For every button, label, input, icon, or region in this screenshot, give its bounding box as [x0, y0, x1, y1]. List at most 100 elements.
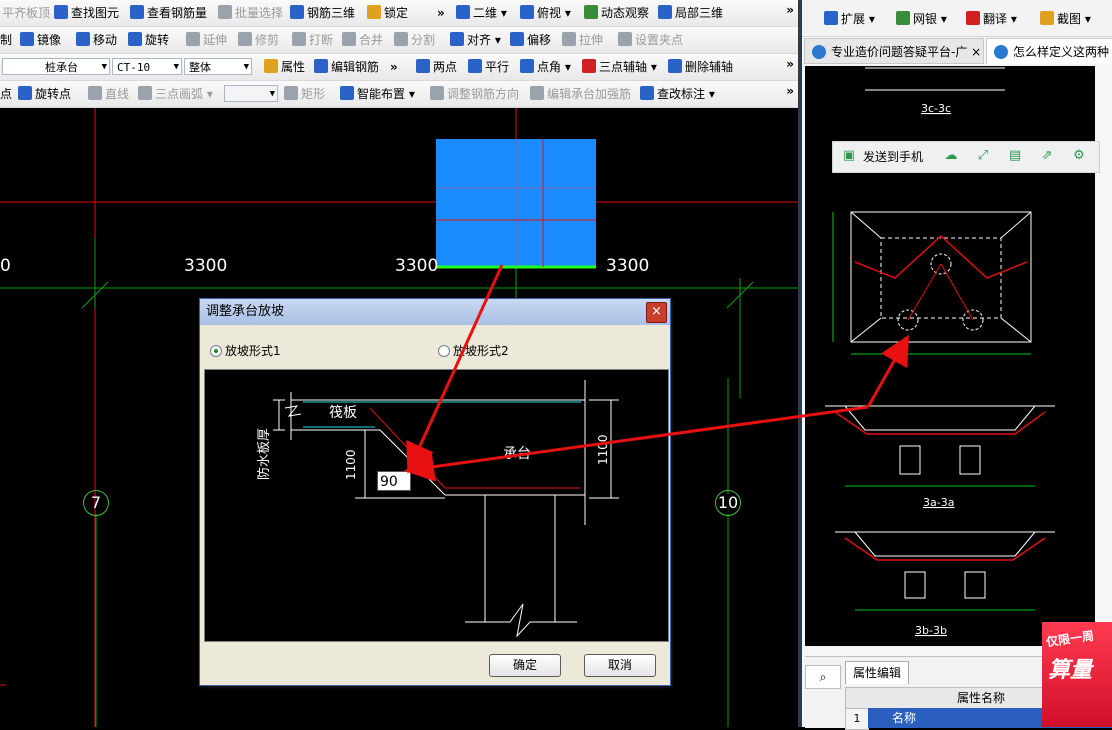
mirror-label: 镜像 — [37, 33, 62, 47]
adjust-rebar-label: 调整钢筋方向 — [447, 87, 520, 101]
dimension-label: 3300 — [184, 256, 228, 276]
toolbar-row3-more[interactable]: » — [390, 58, 398, 76]
dynamic-observe-button[interactable]: 动态观察 — [584, 4, 649, 22]
promo-ad-banner[interactable]: 仅限一周 算量 — [1042, 622, 1112, 727]
toolbar-row3-overflow[interactable]: » — [786, 57, 794, 71]
edit-cap-reinforcement-button[interactable]: 编辑承台加强筋 — [530, 85, 631, 103]
point-angle-dropdown[interactable]: 点角 ▾ — [520, 58, 571, 76]
slope-option-2-radio[interactable]: 放坡形式2 — [438, 343, 509, 359]
view-rebar-quantity-button[interactable]: 查看钢筋量 — [130, 4, 207, 22]
browser-tab-1[interactable]: 专业造价问题答疑平台-广 × — [804, 38, 984, 64]
ok-button[interactable]: 确定 — [489, 654, 561, 677]
parallel-axis-button[interactable]: 平行 — [468, 58, 509, 76]
cancel-button[interactable]: 取消 — [584, 654, 656, 677]
dimension-left-label: 1100 — [344, 449, 358, 480]
two-point-axis-button[interactable]: 两点 — [416, 58, 457, 76]
rebar-3d-button[interactable]: 钢筋三维 — [290, 4, 355, 22]
extensions-button[interactable]: 扩展 ▾ — [824, 10, 875, 28]
radio-checked-icon — [210, 345, 222, 357]
align-label: 对齐 — [467, 33, 492, 47]
search-icon[interactable]: ⌕ — [805, 665, 841, 689]
section-3a-label: 3a-3a — [923, 496, 954, 509]
cloud-icon[interactable]: ☁ — [943, 148, 959, 164]
trim-button[interactable]: 修剪 — [238, 31, 279, 49]
rotate-point-icon — [18, 86, 32, 100]
view-2d-dropdown[interactable]: 二维 ▾ — [456, 4, 507, 22]
element-type-select[interactable]: 桩承台 ▼ — [2, 58, 110, 75]
merge-button[interactable]: 合并 — [342, 31, 383, 49]
toolbar-row4-overflow[interactable]: » — [786, 84, 794, 98]
batch-select-label: 批量选择 — [235, 6, 284, 20]
save-icon[interactable]: ▤ — [1007, 148, 1023, 164]
online-banking-label: 网银 — [913, 12, 938, 26]
set-grip-button[interactable]: 设置夹点 — [618, 31, 683, 49]
dimension-right-label: 1100 — [596, 434, 610, 465]
draw-button[interactable]: 制 — [0, 31, 12, 49]
tab-1-title: 专业造价问题答疑平台-广 — [831, 45, 968, 59]
phone-icon[interactable]: ▣ — [841, 148, 857, 164]
align-slab-top-button[interactable]: 平齐板顶 — [2, 4, 50, 22]
rotate-button[interactable]: 旋转 — [128, 31, 169, 49]
send-to-phone-button[interactable]: 发送到手机 — [863, 148, 923, 165]
extend-button[interactable]: 延伸 — [186, 31, 227, 49]
toolbar-row-3: 桩承台 ▼ CT-10 ▼ 整体 ▼ 属性 编辑钢筋 » 两点 平行 点角 ▾ 三点辅… — [0, 54, 798, 81]
view-2d-label: 二维 — [473, 6, 498, 20]
stretch-label: 拉伸 — [579, 33, 604, 47]
point-button[interactable]: 点 — [0, 85, 12, 103]
three-point-axis-dropdown[interactable]: 三点辅轴 ▾ — [582, 58, 657, 76]
tab-property-edit[interactable]: 属性编辑 — [845, 661, 909, 684]
stretch-button[interactable]: 拉伸 — [562, 31, 603, 49]
edit-rebar-label: 编辑钢筋 — [331, 60, 380, 74]
glasses-icon — [130, 5, 144, 19]
fullscreen-icon[interactable]: ⤢ — [975, 148, 991, 164]
translate-button[interactable]: 翻译 ▾ — [966, 10, 1017, 28]
smart-layout-dropdown[interactable]: 智能布置 ▾ — [340, 85, 415, 103]
element-name-select[interactable]: CT-10 ▼ — [112, 58, 182, 75]
slope-option-1-radio[interactable]: 放坡形式1 — [210, 343, 281, 359]
edit-rebar-button[interactable]: 编辑钢筋 — [314, 58, 379, 76]
toolbar-row1-more[interactable]: » — [437, 4, 445, 22]
close-icon[interactable]: × — [646, 302, 667, 323]
align-dropdown[interactable]: 对齐 ▾ — [450, 31, 501, 49]
dialog-title-bar[interactable]: 调整承台放坡 × — [200, 299, 670, 325]
check-annotation-dropdown[interactable]: 查改标注 ▾ — [640, 85, 715, 103]
rotate-point-button[interactable]: 旋转点 — [18, 85, 71, 103]
adjust-rebar-icon — [430, 86, 444, 100]
adjust-rebar-direction-button[interactable]: 调整钢筋方向 — [430, 85, 519, 103]
line-label: 直线 — [105, 87, 130, 101]
slope-angle-input[interactable]: 90 — [377, 471, 411, 491]
arc-label: 三点画弧 — [155, 87, 204, 101]
batch-select-button[interactable]: 批量选择 — [218, 4, 283, 22]
three-point-arc-dropdown[interactable]: 三点画弧 ▾ — [138, 85, 213, 103]
find-element-button[interactable]: 查找图元 — [54, 4, 119, 22]
mirror-icon — [20, 32, 34, 46]
online-banking-button[interactable]: 网银 ▾ — [896, 10, 947, 28]
mirror-button[interactable]: 镜像 — [20, 31, 61, 49]
scope-select[interactable]: 整体 ▼ — [184, 58, 252, 75]
properties-button[interactable]: 属性 — [264, 58, 305, 76]
rebar-3d-label: 钢筋三维 — [307, 6, 356, 20]
delete-axis-button[interactable]: 删除辅轴 — [668, 58, 733, 76]
offset-button[interactable]: 偏移 — [510, 31, 551, 49]
break-button[interactable]: 打断 — [292, 31, 333, 49]
screenshot-button[interactable]: 截图 ▾ — [1040, 10, 1091, 28]
element-type-value: 桩承台 — [45, 61, 78, 74]
arc-param-select[interactable]: ▼ — [224, 85, 278, 102]
slope-option-2-label: 放坡形式2 — [453, 344, 509, 358]
grip-icon — [618, 32, 632, 46]
gear-icon[interactable]: ⚙ — [1071, 148, 1087, 164]
split-button[interactable]: 分割 — [394, 31, 435, 49]
rectangle-label: 矩形 — [301, 87, 326, 101]
toolbar-row1-overflow[interactable]: » — [786, 3, 794, 17]
line-button[interactable]: 直线 — [88, 85, 129, 103]
split-label: 分割 — [411, 33, 436, 47]
top-view-dropdown[interactable]: 俯视 ▾ — [520, 4, 571, 22]
lock-button[interactable]: 锁定 — [367, 4, 408, 22]
browser-tab-2[interactable]: 怎么样定义这两种 — [986, 38, 1112, 64]
cap-label: 承台 — [503, 446, 531, 462]
element-name-value: CT-10 — [117, 61, 151, 74]
partial-3d-button[interactable]: 局部三维 — [658, 4, 723, 22]
move-button[interactable]: 移动 — [76, 31, 117, 49]
rectangle-button[interactable]: 矩形 — [284, 85, 325, 103]
share-icon[interactable]: ⇗ — [1039, 148, 1055, 164]
